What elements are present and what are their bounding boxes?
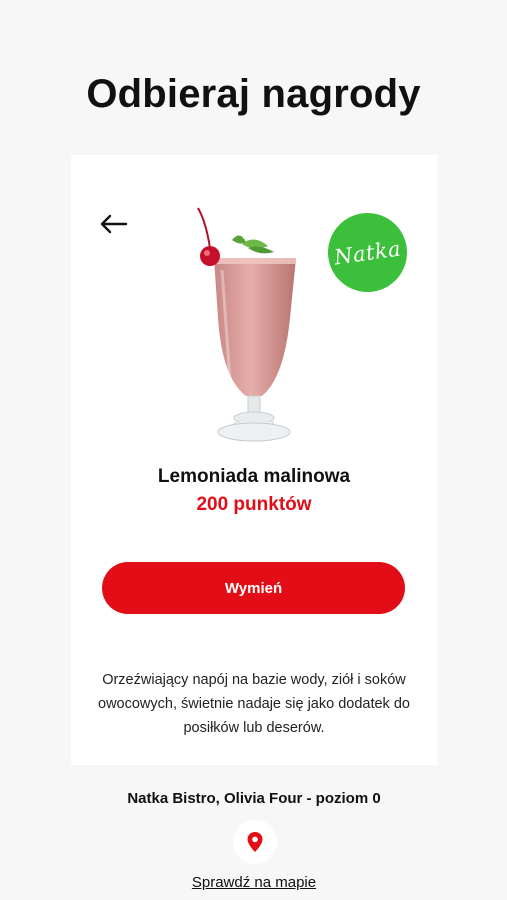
page-title: Odbieraj nagrody [86,72,421,116]
arrow-left-icon [100,214,128,234]
product-points: 200 punktów [196,494,312,515]
product-name: Lemoniada malinowa [157,466,351,487]
location-name: Natka Bistro, Olivia Four - poziom 0 [127,790,381,807]
brand-logo: Natka [328,213,407,292]
back-button[interactable] [98,210,130,238]
product-description: Orzeźwiający napój na bazie wody, ziół i… [98,672,410,736]
map-pin-button[interactable] [233,820,277,864]
brand-logo-text: Natka [332,235,403,270]
location-pin-icon [247,832,263,852]
redeem-button[interactable]: Wymień [102,562,405,614]
map-link[interactable]: Sprawdź na mapie [71,874,437,891]
milkshake-glass-icon [197,207,296,442]
